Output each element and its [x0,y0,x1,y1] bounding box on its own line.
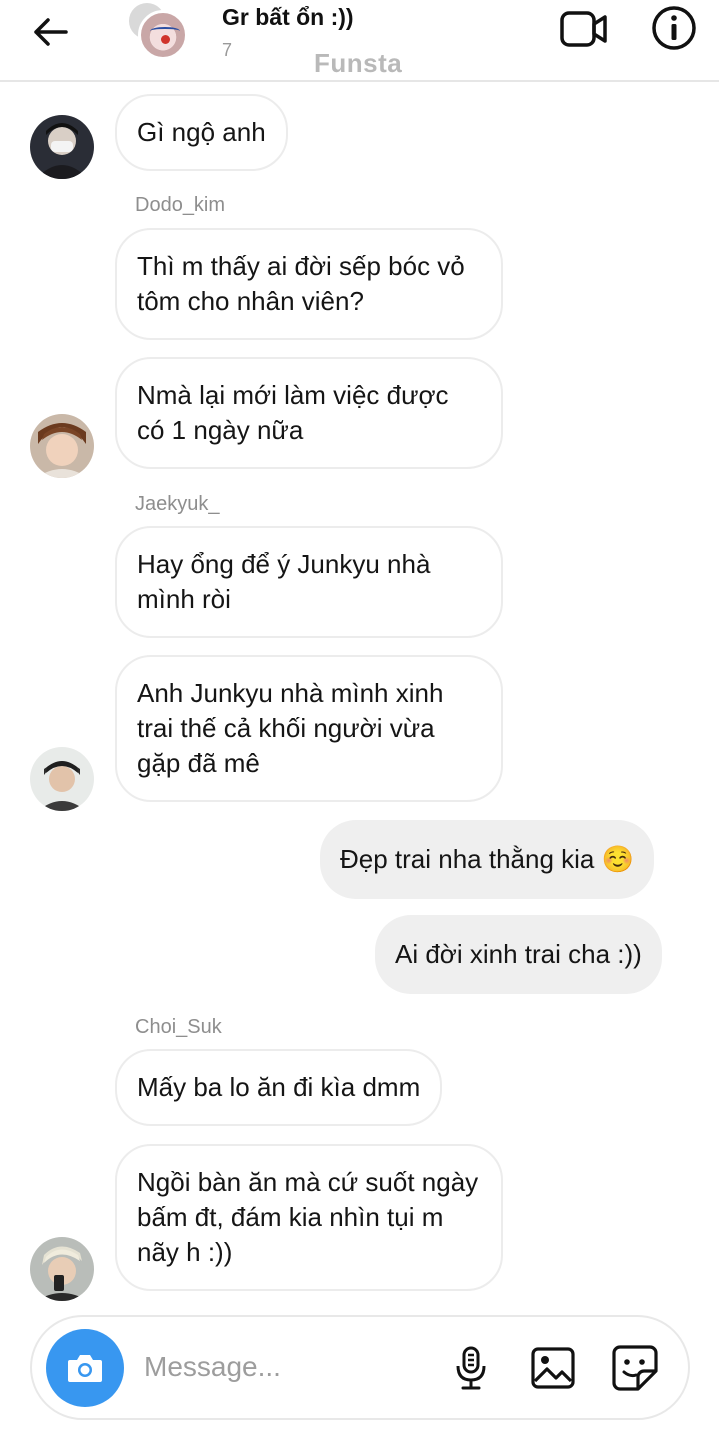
info-button[interactable] [650,4,698,52]
sticker-button[interactable] [610,1343,660,1393]
message-input[interactable] [144,1345,434,1389]
member-count: 7 [222,40,233,60]
back-button[interactable] [28,10,72,54]
sender-name: Dodo_kim [135,194,226,216]
info-icon [652,6,696,50]
incoming-message[interactable]: Nmà lại mới làm việc được có 1 ngày nữa [115,357,503,469]
voice-message-button[interactable] [446,1343,496,1393]
incoming-message[interactable]: Gì ngộ anh [115,94,288,171]
incoming-message[interactable]: Mấy ba lo ăn đi kìa dmm [115,1049,443,1126]
message-list[interactable]: Gì ngộ anh Dodo_kim Thì m thấy ai đời sế… [0,84,719,1304]
group-avatar[interactable] [124,0,194,62]
avatar[interactable] [30,414,94,478]
incoming-message[interactable]: Ngồi bàn ăn mà cứ suốt ngày bấm đt, đám … [115,1144,503,1291]
watermark: Funsta [314,48,403,78]
microphone-icon [456,1346,486,1390]
incoming-message[interactable]: Anh Junkyu nhà mình xinh trai thế cả khố… [115,655,503,802]
outgoing-message[interactable]: Ai đời xinh trai cha :)) [375,915,662,994]
camera-icon [68,1355,102,1382]
sticker-icon [612,1345,658,1391]
incoming-message[interactable]: Thì m thấy ai đời sếp bóc vỏ tôm cho nhâ… [115,228,503,340]
avatar[interactable] [30,1237,94,1301]
sender-name: Jaekyuk_ [135,493,220,515]
conversation-title[interactable]: Gr bất ổn :)) [222,4,354,31]
video-camera-icon [560,11,607,47]
incoming-message[interactable]: Hay ổng để ý Junkyu nhà mình ròi [115,526,503,638]
camera-button[interactable] [46,1329,124,1407]
avatar[interactable] [30,747,94,811]
avatar[interactable] [30,115,94,179]
gallery-button[interactable] [528,1343,578,1393]
chat-header: Gr bất ổn :)) 7 Funsta [0,0,719,82]
outgoing-message[interactable]: Đẹp trai nha thằng kia ☺️ [320,820,654,899]
arrow-left-icon [34,18,68,46]
image-icon [531,1347,575,1389]
message-composer [30,1315,690,1420]
sender-name: Choi_Suk [135,1016,222,1038]
video-call-button[interactable] [556,6,612,52]
